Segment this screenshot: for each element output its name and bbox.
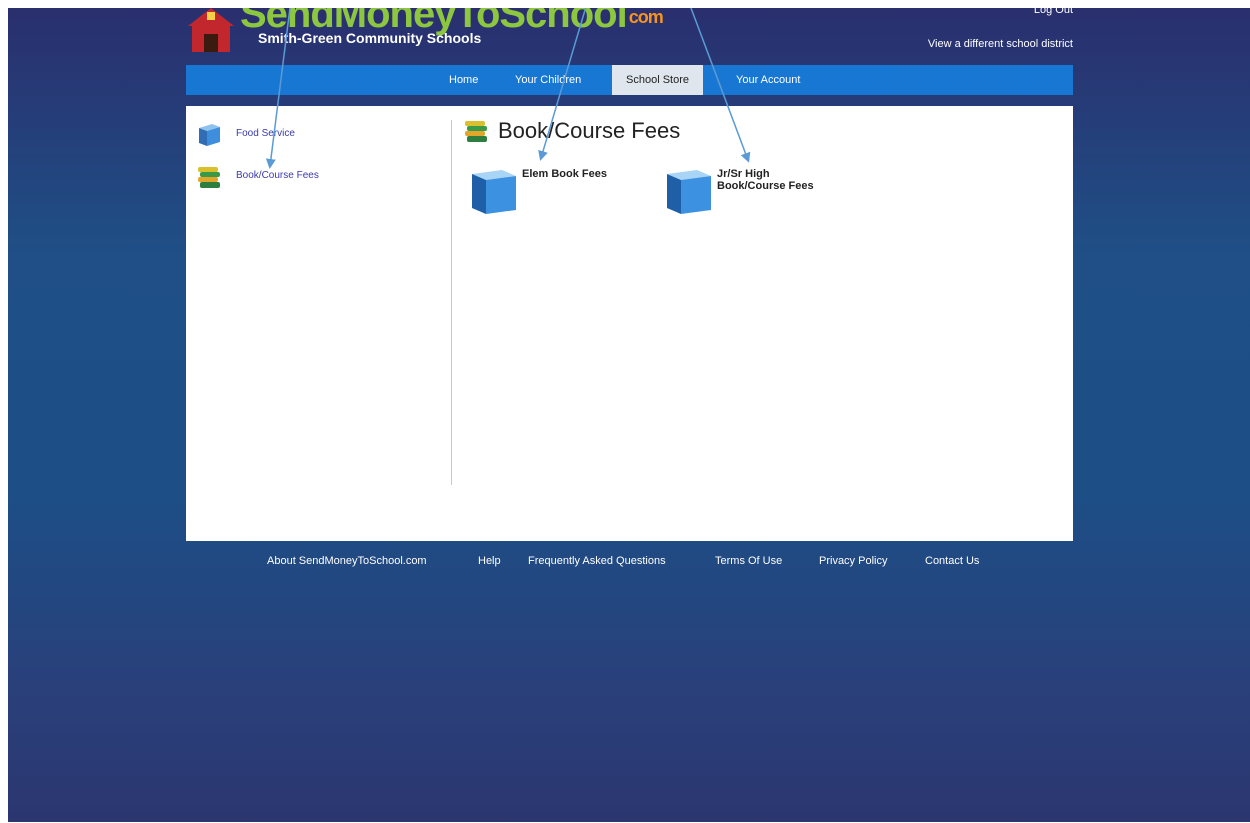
product-name-line1: Jr/Sr High — [717, 168, 770, 180]
district-name: Smith-Green Community Schools — [258, 30, 482, 46]
change-district-link[interactable]: View a different school district — [928, 38, 1073, 50]
books-icon — [462, 118, 490, 146]
footer-link-about[interactable]: About SendMoneyToSchool.com — [267, 555, 427, 567]
column-divider — [451, 120, 452, 485]
nav-your-account[interactable]: Your Account — [736, 65, 800, 95]
page-title: Book/Course Fees — [498, 118, 681, 143]
footer-link-terms[interactable]: Terms Of Use — [715, 555, 782, 567]
books-icon — [198, 167, 220, 188]
product-jr-sr-high-book-course-fees[interactable]: Jr/Sr High Book/Course Fees — [663, 168, 883, 218]
sidebar-item-food-service[interactable]: Food Service — [196, 122, 295, 150]
product-elem-book-fees[interactable]: Elem Book Fees — [468, 168, 648, 218]
schoolhouse-logo-icon[interactable] — [188, 8, 234, 52]
sidebar-item-label: Food Service — [236, 128, 295, 139]
product-name: Elem Book Fees — [522, 168, 607, 180]
footer-link-faq[interactable]: Frequently Asked Questions — [528, 555, 666, 567]
nav-school-store[interactable]: School Store — [612, 65, 703, 95]
blue-cube-icon — [667, 170, 711, 214]
nav-home[interactable]: Home — [449, 65, 478, 95]
footer-links: About SendMoneyToSchool.com Help Frequen… — [8, 555, 1250, 575]
blue-cube-icon — [472, 170, 516, 214]
sidebar-item-label: Book/Course Fees — [236, 170, 319, 181]
browser-viewport: SendMoneyToSchool com Smith-Green Communi… — [8, 8, 1250, 822]
main-nav: Home Your Children School Store Your Acc… — [186, 65, 1073, 95]
footer-link-contact[interactable]: Contact Us — [925, 555, 979, 567]
product-name: Jr/Sr High Book/Course Fees — [717, 168, 814, 192]
sidebar-item-book-course-fees[interactable]: Book/Course Fees — [196, 164, 319, 192]
footer-link-help[interactable]: Help — [478, 555, 501, 567]
logo-suffix: com — [628, 8, 664, 27]
nav-your-children[interactable]: Your Children — [515, 65, 581, 95]
product-name-line2: Book/Course Fees — [717, 180, 814, 192]
logout-link[interactable]: Log Out — [1034, 8, 1073, 16]
footer-link-privacy[interactable]: Privacy Policy — [819, 555, 887, 567]
content-panel: Food Service Book/Course Fees Book/Cours… — [186, 106, 1073, 541]
blue-cube-icon — [199, 124, 220, 146]
